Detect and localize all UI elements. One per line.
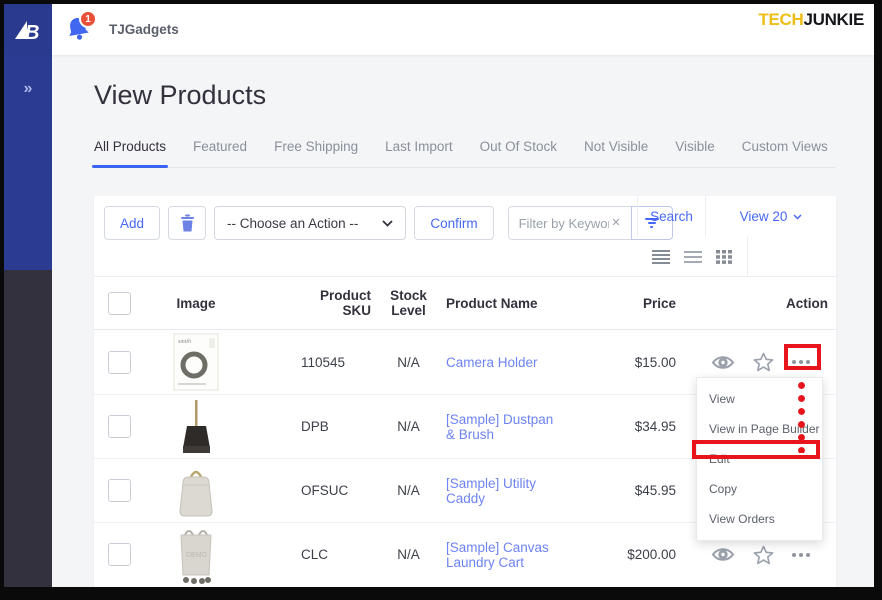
view-count-dropdown[interactable]: View 20 <box>706 196 836 237</box>
bigcommerce-logo-icon: B <box>11 13 45 47</box>
menu-item-view-orders[interactable]: View Orders <box>697 504 822 534</box>
row-checkbox[interactable] <box>108 351 131 374</box>
featured-star-icon[interactable] <box>753 545 774 565</box>
topbar: 1 TJGadgets TECHJUNKIE <box>52 4 874 55</box>
header-action: Action <box>676 296 836 311</box>
sku-value: OFSUC <box>246 483 371 498</box>
sidebar-lower-section <box>4 270 52 587</box>
view-tabs: All Products Featured Free Shipping Last… <box>94 139 836 168</box>
stock-value: N/A <box>371 547 446 562</box>
row-checkbox[interactable] <box>108 479 131 502</box>
add-button[interactable]: Add <box>104 206 160 240</box>
product-image-utility-caddy[interactable] <box>174 463 218 519</box>
product-image-camera-holder[interactable]: smith <box>173 333 219 391</box>
sku-value: DPB <box>246 419 371 434</box>
techjunkie-logo-junkie: JUNKIE <box>803 10 864 29</box>
toolbar-right: Search View 20 <box>637 196 836 277</box>
chevron-down-icon <box>793 214 802 220</box>
screenshot-frame: B » 1 TJGadgets TECHJUNKIE View Products <box>0 0 882 600</box>
header-product-name: Product Name <box>446 296 566 311</box>
svg-text:smith: smith <box>178 339 191 345</box>
sidebar-expand-button[interactable]: » <box>4 80 52 98</box>
bulk-action-select[interactable]: -- Choose an Action -- <box>214 206 406 240</box>
tab-not-visible[interactable]: Not Visible <box>584 139 648 154</box>
price-value: $34.95 <box>566 419 676 434</box>
menu-item-copy[interactable]: Copy <box>697 474 822 504</box>
techjunkie-logo-tech: TECH <box>758 10 803 29</box>
product-name-link[interactable]: [Sample] Dustpan & Brush <box>446 412 553 442</box>
bigcommerce-logo[interactable]: B <box>4 4 52 55</box>
page-title: View Products <box>94 80 266 111</box>
stock-value: N/A <box>371 355 446 370</box>
header-image: Image <box>146 296 246 311</box>
trash-icon <box>180 214 195 232</box>
stock-value: N/A <box>371 483 446 498</box>
chevron-down-icon <box>382 220 393 227</box>
product-name-link[interactable]: Camera Holder <box>446 355 538 370</box>
products-toolbar: Add -- Choose an Action -- <box>94 196 836 277</box>
view-mode-icons <box>637 237 747 277</box>
featured-star-icon[interactable] <box>753 352 774 372</box>
search-link[interactable]: Search <box>637 196 706 237</box>
notifications-bell[interactable]: 1 <box>65 15 95 45</box>
sku-value: CLC <box>246 547 371 562</box>
row-checkbox[interactable] <box>108 415 131 438</box>
visibility-eye-icon[interactable] <box>711 354 735 371</box>
price-value: $15.00 <box>566 355 676 370</box>
row-checkbox[interactable] <box>108 543 131 566</box>
product-name-link[interactable]: [Sample] Canvas Laundry Cart <box>446 540 549 570</box>
tab-visible[interactable]: Visible <box>675 139 715 154</box>
price-value: $45.95 <box>566 483 676 498</box>
app-window: B » 1 TJGadgets TECHJUNKIE View Products <box>4 4 874 587</box>
tab-free-shipping[interactable]: Free Shipping <box>274 139 358 154</box>
header-stock-level: Stock Level <box>371 288 446 318</box>
grid-view-icon[interactable] <box>716 250 732 264</box>
stock-value: N/A <box>371 419 446 434</box>
annotation-highlight-edit <box>692 440 820 459</box>
header-price: Price <box>566 296 676 311</box>
notification-badge: 1 <box>79 10 97 28</box>
delete-button[interactable] <box>168 206 206 240</box>
confirm-button[interactable]: Confirm <box>414 206 493 240</box>
select-all-checkbox[interactable] <box>108 292 131 315</box>
table-header-row: Image Product SKU Stock Level Product Na… <box>94 277 836 330</box>
store-name: TJGadgets <box>109 22 179 37</box>
detailed-list-view-icon[interactable] <box>652 250 670 264</box>
simple-list-view-icon[interactable] <box>684 251 702 263</box>
visibility-eye-icon[interactable] <box>711 546 735 563</box>
product-image-dustpan-brush[interactable] <box>176 398 216 456</box>
toolbar-left: Add -- Choose an Action -- <box>104 206 673 240</box>
row-actions-ellipsis-icon[interactable] <box>792 553 810 557</box>
tab-custom-views[interactable]: Custom Views <box>742 139 828 154</box>
sku-value: 110545 <box>246 355 371 370</box>
tab-last-import[interactable]: Last Import <box>385 139 453 154</box>
bulk-action-selected-value: -- Choose an Action -- <box>227 216 358 231</box>
techjunkie-logo: TECHJUNKIE <box>758 10 864 30</box>
sidebar: B » <box>4 4 52 587</box>
product-image-canvas-laundry-cart[interactable]: DEMO <box>173 525 219 585</box>
tab-all-products[interactable]: All Products <box>94 139 166 154</box>
svg-text:DEMO: DEMO <box>186 552 208 559</box>
tab-out-of-stock[interactable]: Out Of Stock <box>480 139 557 154</box>
tab-featured[interactable]: Featured <box>193 139 247 154</box>
svg-text:B: B <box>25 22 39 44</box>
product-name-link[interactable]: [Sample] Utility Caddy <box>446 476 536 506</box>
view-count-label: View 20 <box>740 209 788 224</box>
header-product-sku: Product SKU <box>246 288 371 318</box>
price-value: $200.00 <box>566 547 676 562</box>
clear-filter-icon[interactable]: ✕ <box>611 216 620 229</box>
annotation-highlight-ellipsis <box>784 344 821 370</box>
